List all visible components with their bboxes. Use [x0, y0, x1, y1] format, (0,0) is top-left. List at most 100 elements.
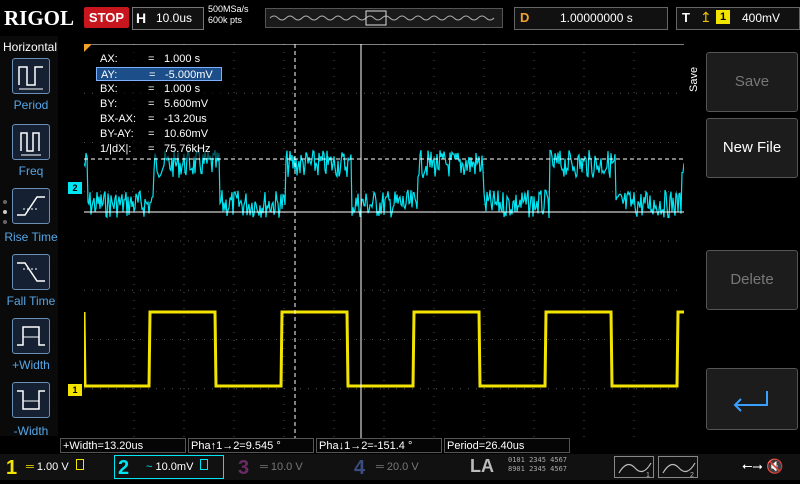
- grid-dot: [676, 289, 677, 291]
- ch1-offset-marker[interactable]: 1: [68, 384, 82, 396]
- grid-dot: [383, 228, 385, 229]
- grid-dot: [428, 388, 429, 390]
- grid-dot: [276, 92, 277, 94]
- grid-dot: [556, 191, 557, 193]
- grid-dot: [583, 404, 585, 405]
- dc-coupling-icon: ═: [26, 461, 34, 473]
- grid-dot: [460, 142, 461, 143]
- period-measure-button[interactable]: [12, 58, 50, 94]
- ch3-number[interactable]: 3: [238, 456, 249, 480]
- save-button[interactable]: Save: [706, 52, 798, 112]
- ch3-settings[interactable]: ═ 10.0 V: [260, 458, 332, 476]
- grid-dot: [483, 76, 485, 77]
- fall-time-measure-button[interactable]: [12, 254, 50, 290]
- grid-dot: [100, 339, 101, 340]
- grid-dot: [524, 191, 525, 193]
- generator-1-button[interactable]: 1: [614, 456, 654, 479]
- grid-dot: [383, 180, 385, 181]
- grid-dot: [583, 340, 585, 341]
- grid-dot: [133, 348, 135, 349]
- scroll-dot: [3, 210, 7, 214]
- usb-icon: ⭠⭢: [742, 458, 763, 473]
- grid-dot: [483, 108, 485, 109]
- grid-dot: [604, 191, 605, 193]
- positive-width-label: +Width: [12, 358, 50, 372]
- grid-dot: [188, 240, 189, 242]
- grid-dot: [548, 339, 549, 340]
- cursor-row[interactable]: AY: = -5.000mV: [96, 67, 222, 81]
- grid-dot: [300, 339, 301, 340]
- speaker-muted-icon[interactable]: 🔇: [766, 458, 783, 475]
- ch2-number[interactable]: 2: [118, 456, 129, 480]
- frequency-measure-button[interactable]: [12, 124, 50, 160]
- grid-dot: [483, 60, 485, 61]
- grid-dot: [236, 339, 237, 340]
- grid-dot: [633, 244, 635, 245]
- logic-analyzer-channels[interactable]: 0101 2345 4567 8901 2345 4567: [508, 456, 567, 474]
- grid-dot: [433, 276, 435, 277]
- ch1-settings[interactable]: ═ 1.00 V: [26, 458, 108, 476]
- grid-dot: [516, 289, 517, 291]
- measurement-phase-rising[interactable]: Pha↑1→2=9.545 °: [188, 438, 314, 453]
- ch2-offset-marker[interactable]: 2: [68, 182, 82, 194]
- ch2-settings[interactable]: ~ 10.0mV: [146, 458, 222, 476]
- grid-dot: [283, 412, 285, 413]
- ch1-number[interactable]: 1: [6, 456, 17, 480]
- return-button[interactable]: [706, 368, 798, 430]
- grid-dot: [604, 92, 605, 94]
- grid-dot: [633, 92, 635, 93]
- grid-dot: [372, 142, 373, 143]
- generator-2-button[interactable]: 2: [658, 456, 698, 479]
- grid-dot: [333, 52, 335, 53]
- grid-dot: [133, 220, 135, 221]
- grid-dot: [644, 142, 645, 143]
- grid-dot: [583, 236, 585, 237]
- grid-dot: [220, 339, 221, 340]
- measurement-positive-width[interactable]: +Width=13.20us: [60, 438, 186, 453]
- cursor-key: AX:: [100, 53, 118, 65]
- grid-dot: [500, 339, 501, 340]
- positive-width-measure-button[interactable]: [12, 318, 50, 354]
- grid-dot: [404, 191, 405, 193]
- grid-dot: [228, 92, 229, 94]
- grid-dot: [492, 92, 493, 94]
- grid-dot: [404, 92, 405, 94]
- grid-dot: [233, 156, 235, 157]
- grid-dot: [124, 191, 125, 193]
- grid-dot: [583, 268, 585, 269]
- grid-dot: [383, 308, 385, 309]
- grid-dot: [100, 240, 101, 242]
- ch4-settings[interactable]: ═ 20.0 V: [376, 458, 448, 476]
- grid-dot: [433, 332, 435, 333]
- grid-dot: [580, 240, 581, 242]
- grid-dot: [183, 260, 185, 261]
- grid-dot: [324, 92, 325, 94]
- grid-dot: [596, 191, 597, 193]
- memory-depth: 600k pts: [208, 15, 243, 25]
- ch4-number[interactable]: 4: [354, 456, 365, 480]
- grid-dot: [396, 388, 397, 390]
- logic-analyzer-label[interactable]: LA: [470, 456, 494, 477]
- new-file-button[interactable]: New File: [706, 118, 798, 178]
- grid-dot: [383, 292, 385, 293]
- grid-dot: [633, 324, 635, 325]
- grid-dot: [412, 92, 413, 94]
- trigger-box[interactable]: [676, 7, 800, 30]
- grid-dot: [483, 52, 485, 53]
- grid-dot: [633, 140, 635, 141]
- grid-dot: [583, 60, 585, 61]
- grid-dot: [333, 268, 335, 269]
- grid-dot: [324, 289, 325, 291]
- grid-dot: [428, 339, 429, 340]
- grid-dot: [233, 396, 235, 397]
- measurement-period[interactable]: Period=26.40us: [444, 438, 570, 453]
- grid-dot: [333, 252, 335, 253]
- negative-width-measure-button[interactable]: [12, 382, 50, 418]
- rise-time-measure-button[interactable]: [12, 188, 50, 224]
- delete-button[interactable]: Delete: [706, 250, 798, 310]
- run-stop-status[interactable]: STOP: [84, 7, 129, 28]
- memory-overview[interactable]: [265, 8, 503, 28]
- grid-dot: [460, 388, 461, 390]
- measurement-phase-falling[interactable]: Pha↓1→2=-151.4 °: [316, 438, 442, 453]
- grid-dot: [444, 92, 445, 94]
